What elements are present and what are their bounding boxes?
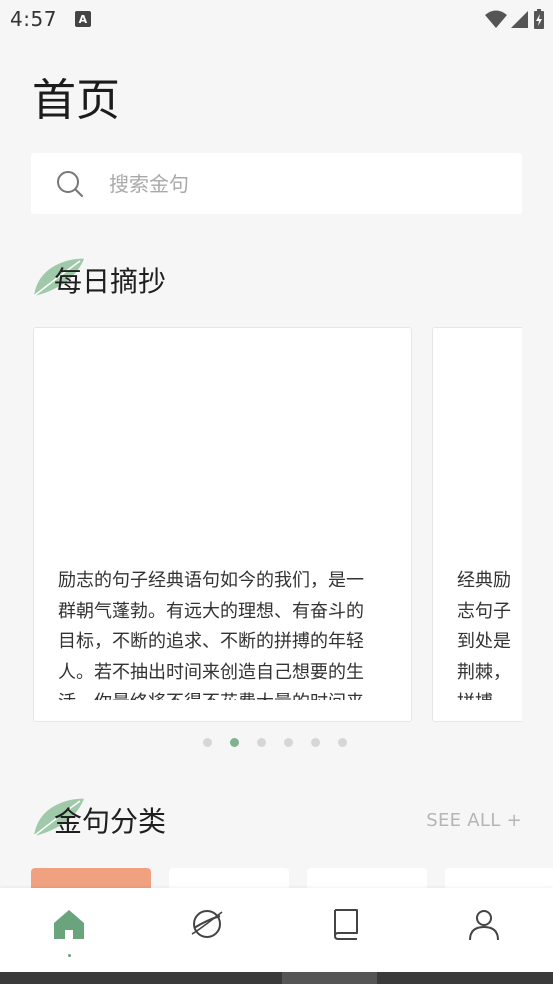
taskbar-item[interactable]	[282, 972, 377, 984]
pagination-dot[interactable]	[311, 738, 320, 747]
category-section-title: 金句分类	[54, 805, 167, 838]
user-icon	[468, 910, 499, 941]
tab-books[interactable]	[277, 888, 415, 972]
search-input[interactable]	[109, 171, 489, 196]
see-all-link[interactable]: SEE ALL +	[426, 810, 522, 831]
home-icon	[54, 910, 85, 939]
status-bar: 4:57 A	[0, 0, 553, 38]
pagination-dot[interactable]	[284, 738, 293, 747]
search-icon	[57, 170, 83, 197]
quote-card-text: 经典励志句子到处是荆棘，拼搏，就会我们。各	[457, 570, 511, 700]
carousel-pagination	[203, 738, 347, 747]
daily-section-header: 每日摘抄	[30, 258, 522, 300]
pagination-dot-active[interactable]	[230, 738, 239, 747]
pagination-dot[interactable]	[257, 738, 266, 747]
quote-card-text: 励志的句子经典语句如今的我们，是一群朝气蓬勃。有远大的理想、有奋斗的目标，不断的…	[58, 570, 364, 700]
signal-icon	[511, 11, 528, 28]
status-icons	[485, 8, 545, 30]
book-icon	[333, 909, 358, 940]
page-title: 首页	[32, 75, 120, 126]
wifi-icon	[485, 10, 507, 28]
planet-icon	[191, 910, 223, 938]
tab-active-indicator	[67, 954, 71, 957]
daily-section-title: 每日摘抄	[54, 265, 167, 298]
quote-card[interactable]: 经典励志句子到处是荆棘，拼搏，就会我们。各	[432, 327, 522, 722]
category-section-header: 金句分类 SEE ALL +	[30, 798, 522, 840]
battery-icon	[534, 9, 544, 29]
notification-badge-icon: A	[74, 11, 91, 27]
search-bar[interactable]	[31, 153, 522, 214]
pagination-dot[interactable]	[203, 738, 212, 747]
quote-carousel[interactable]: 励志的句子经典语句如今的我们，是一群朝气蓬勃。有远大的理想、有奋斗的目标，不断的…	[33, 327, 522, 722]
pagination-dot[interactable]	[338, 738, 347, 747]
tab-home[interactable]	[0, 888, 138, 972]
status-time: 4:57	[10, 7, 57, 31]
quote-card[interactable]: 励志的句子经典语句如今的我们，是一群朝气蓬勃。有远大的理想、有奋斗的目标，不断的…	[33, 327, 412, 722]
bottom-tab-bar	[0, 888, 553, 972]
tab-profile[interactable]	[415, 888, 553, 972]
host-taskbar	[0, 972, 553, 984]
tab-explore[interactable]	[138, 888, 276, 972]
